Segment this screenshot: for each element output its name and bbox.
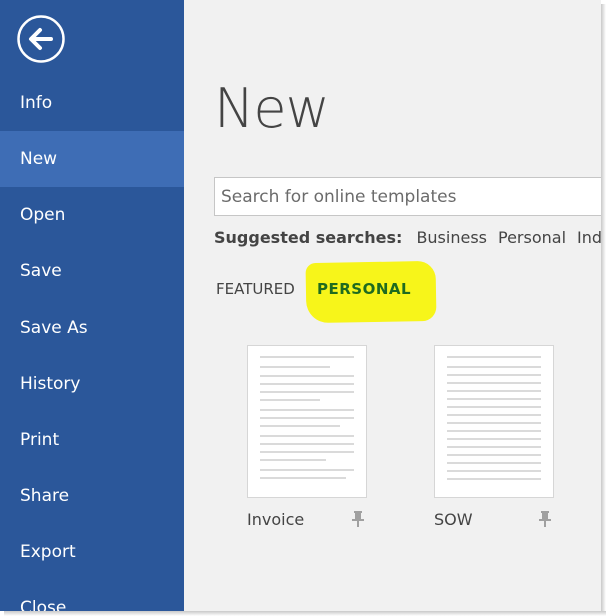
back-button[interactable]	[16, 14, 66, 64]
new-document-pane: New Suggested searches: Business Personal I…	[184, 0, 601, 611]
sidebar-item-print[interactable]: Print	[0, 412, 184, 468]
image-shadow-right	[601, 4, 606, 616]
pin-icon[interactable]	[538, 510, 552, 528]
suggested-searches-label: Suggested searches:	[214, 228, 403, 247]
backstage-sidebar: Info New Open Save Save As History Print…	[0, 0, 184, 611]
page-title: New	[214, 77, 330, 140]
backstage-window: Info New Open Save Save As History Print…	[0, 0, 601, 611]
sidebar-item-share[interactable]: Share	[0, 468, 184, 524]
template-search-box[interactable]	[214, 177, 601, 216]
suggested-search-industry[interactable]: Indus	[577, 228, 601, 247]
template-name: Invoice	[247, 510, 305, 529]
sidebar-item-info[interactable]: Info	[0, 75, 184, 131]
template-search-input[interactable]	[215, 178, 601, 215]
suggested-search-personal[interactable]: Personal	[498, 228, 566, 247]
template-thumbnail	[247, 345, 367, 498]
sidebar-item-new[interactable]: New	[0, 131, 184, 187]
sidebar-item-export[interactable]: Export	[0, 524, 184, 580]
template-tile-sow[interactable]: SOW	[434, 345, 554, 535]
suggested-search-business[interactable]: Business	[416, 228, 487, 247]
back-arrow-circle-icon	[17, 15, 65, 63]
sidebar-item-save[interactable]: Save	[0, 243, 184, 299]
sidebar-item-history[interactable]: History	[0, 356, 184, 412]
sidebar-item-close[interactable]: Close	[0, 580, 184, 611]
suggested-searches: Suggested searches: Business Personal Indus	[214, 226, 601, 250]
sidebar-item-open[interactable]: Open	[0, 187, 184, 243]
sidebar-item-save-as[interactable]: Save As	[0, 300, 184, 356]
pin-icon[interactable]	[351, 510, 365, 528]
template-name: SOW	[434, 510, 473, 529]
template-tile-invoice[interactable]: Invoice	[247, 345, 367, 535]
tab-featured[interactable]: FEATURED	[216, 278, 295, 300]
image-shadow-bottom	[4, 611, 606, 616]
template-thumbnail	[434, 345, 554, 498]
tab-personal[interactable]: PERSONAL	[317, 278, 411, 300]
